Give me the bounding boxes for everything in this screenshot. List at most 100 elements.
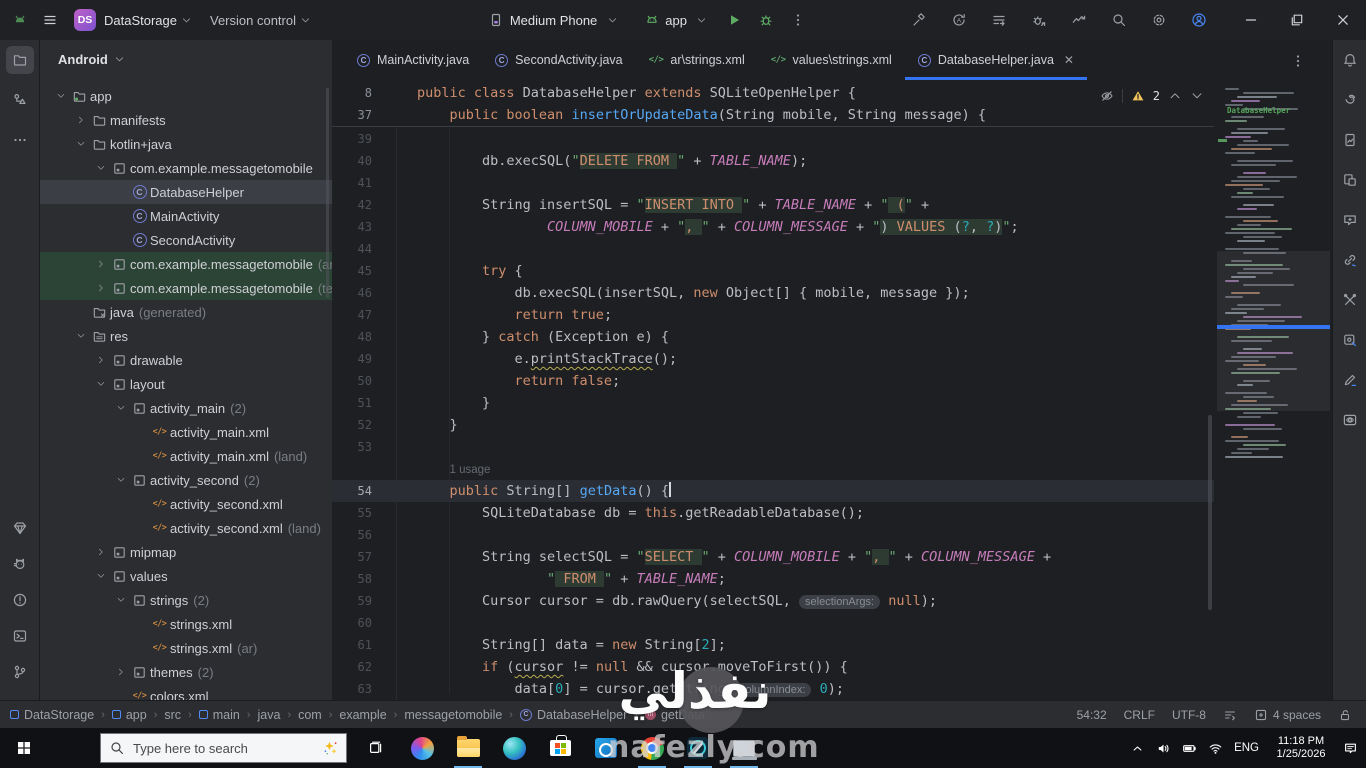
device-selector[interactable]: Medium Phone: [488, 12, 622, 28]
running-devices-icon[interactable]: [1333, 120, 1366, 160]
chevron-down-icon[interactable]: [52, 91, 69, 101]
app-quality-insights-icon[interactable]: [1333, 320, 1366, 360]
minimap-viewport[interactable]: [1217, 251, 1330, 411]
chevron-right-icon[interactable]: [92, 259, 109, 269]
editor-tab[interactable]: C SecondActivity.java: [482, 40, 635, 80]
edge-app-icon[interactable]: [491, 728, 537, 768]
account-avatar[interactable]: [1183, 7, 1214, 33]
terminal-icon[interactable]: [0, 618, 39, 654]
code-line-42[interactable]: 42 String insertSQL = "INSERT INTO " + T…: [332, 194, 1214, 216]
device-explorer-icon[interactable]: [1333, 160, 1366, 200]
warning-count[interactable]: 2: [1153, 85, 1160, 107]
tree-item-strings-xml[interactable]: </> strings.xml (ar): [40, 636, 332, 660]
run-configuration-selector[interactable]: app: [644, 12, 711, 28]
code-line-40[interactable]: 40 db.execSQL("DELETE FROM " + TABLE_NAM…: [332, 150, 1214, 172]
breadcrumb-item[interactable]: app: [111, 708, 147, 722]
project-tree-scrollbar[interactable]: [326, 88, 329, 298]
chevron-down-icon[interactable]: [72, 139, 89, 149]
android-studio-app-icon[interactable]: [675, 728, 721, 768]
task-view-button[interactable]: [353, 728, 399, 768]
language-indicator[interactable]: ENG: [1234, 742, 1259, 754]
tree-item-activity-main-xml[interactable]: </> activity_main.xml (land): [40, 444, 332, 468]
tree-item-manifests[interactable]: manifests: [40, 108, 332, 132]
attach-debugger-icon[interactable]: [1023, 7, 1054, 33]
breadcrumb-item[interactable]: com: [298, 708, 322, 722]
microsoft-store-app-icon[interactable]: [537, 728, 583, 768]
code-line-61[interactable]: 61 String[] data = new String[2];: [332, 634, 1214, 656]
code-line-54[interactable]: 54 public String[] getData() {: [332, 480, 1214, 502]
settings-icon[interactable]: [1143, 7, 1174, 33]
more-actions-icon[interactable]: [785, 7, 811, 33]
next-problem-icon[interactable]: [1190, 89, 1204, 103]
write-access-icon[interactable]: [1338, 708, 1352, 722]
restore-button[interactable]: [1274, 0, 1320, 40]
volume-icon[interactable]: [1156, 741, 1171, 756]
editor-tab[interactable]: </> values\strings.xml: [758, 40, 905, 80]
breadcrumb-item[interactable]: src: [164, 708, 181, 722]
copilot-app-icon[interactable]: [399, 728, 445, 768]
gemini-chat-icon[interactable]: [1333, 200, 1366, 240]
chevron-down-icon[interactable]: [72, 331, 89, 341]
tree-item-colors-xml[interactable]: </> colors.xml: [40, 684, 332, 701]
editor-scrollbar[interactable]: [1208, 415, 1212, 610]
tree-item-activity-main[interactable]: activity_main (2): [40, 396, 332, 420]
code-area[interactable]: 8 public class DatabaseHelper extends SQL…: [332, 80, 1332, 700]
profiler-icon[interactable]: [1063, 7, 1094, 33]
notifications-icon[interactable]: [1333, 40, 1366, 80]
code-line-57[interactable]: 57 String selectSQL = "SELECT " + COLUMN…: [332, 546, 1214, 568]
breadcrumb-item[interactable]: messagetomobile: [404, 708, 502, 722]
tree-item-app[interactable]: app: [40, 84, 332, 108]
tree-item-layout[interactable]: layout: [40, 372, 332, 396]
outlook-app-icon[interactable]: [583, 728, 629, 768]
minimap[interactable]: DatabaseHelper: [1217, 84, 1330, 684]
inspections-widget[interactable]: 2: [1100, 85, 1204, 107]
breadcrumb-item[interactable]: example: [339, 708, 386, 722]
version-control-icon[interactable]: [0, 654, 39, 690]
action-center-icon[interactable]: [1343, 741, 1358, 756]
chevron-down-icon[interactable]: [92, 379, 109, 389]
breadcrumb-item[interactable]: C DatabaseHelper: [519, 708, 627, 722]
wifi-icon[interactable]: [1208, 741, 1223, 756]
code-line-62[interactable]: 62 if (cursor != null && cursor.moveToFi…: [332, 656, 1214, 678]
highlighting-level-icon[interactable]: [1100, 89, 1114, 103]
sticky-lines-header[interactable]: 8 public class DatabaseHelper extends SQL…: [332, 80, 1214, 127]
taskbar-clock[interactable]: 11:18 PM 1/25/2026: [1270, 735, 1332, 761]
gradle-icon[interactable]: [1333, 80, 1366, 120]
minimize-button[interactable]: [1228, 0, 1274, 40]
breadcrumb-item[interactable]: DataStorage: [10, 708, 94, 722]
code-line-58[interactable]: 58 " FROM " + TABLE_NAME;: [332, 568, 1214, 590]
tree-item-strings[interactable]: strings (2): [40, 588, 332, 612]
taskbar-search-input[interactable]: Type here to search: [100, 733, 347, 763]
vcs-menu[interactable]: Version control: [210, 13, 296, 28]
previous-problem-icon[interactable]: [1168, 89, 1182, 103]
code-line-43[interactable]: 43 COLUMN_MOBILE + ", " + COLUMN_MESSAGE…: [332, 216, 1214, 238]
caret-position[interactable]: 54:32: [1077, 708, 1107, 722]
tree-item-com-example-messagetomobile[interactable]: com.example.messagetomobile (androidTest): [40, 252, 332, 276]
editor-tab[interactable]: C MainActivity.java: [344, 40, 482, 80]
more-tool-windows-icon[interactable]: [0, 120, 39, 160]
chevron-down-icon[interactable]: [92, 163, 109, 173]
logcat-icon[interactable]: [0, 546, 39, 582]
code-line-51[interactable]: 51 }: [332, 392, 1214, 414]
code-line-53[interactable]: 53: [332, 436, 1214, 458]
code-line-45[interactable]: 45 try {: [332, 260, 1214, 282]
code-line-39[interactable]: 39: [332, 128, 1214, 150]
tree-item-com-example-messagetomobile[interactable]: com.example.messagetomobile: [40, 156, 332, 180]
code-line-55[interactable]: 55 SQLiteDatabase db = this.getReadableD…: [332, 502, 1214, 524]
tree-item-kotlin-java[interactable]: kotlin+java: [40, 132, 332, 156]
tree-item-java[interactable]: java (generated): [40, 300, 332, 324]
breadcrumb-item[interactable]: m getData: [644, 708, 705, 722]
soft-wrap-icon[interactable]: [1223, 708, 1237, 722]
chevron-right-icon[interactable]: [112, 667, 129, 677]
code-line-49[interactable]: 49 e.printStackTrace();: [332, 348, 1214, 370]
tree-item-activity-second-xml[interactable]: </> activity_second.xml (land): [40, 516, 332, 540]
resource-manager-icon[interactable]: [0, 510, 39, 546]
file-encoding[interactable]: UTF-8: [1172, 708, 1206, 722]
code-line-60[interactable]: 60: [332, 612, 1214, 634]
build-icon[interactable]: [903, 7, 934, 33]
chevron-down-icon[interactable]: [112, 403, 129, 413]
chrome-app-icon[interactable]: [629, 728, 675, 768]
chevron-right-icon[interactable]: [92, 547, 109, 557]
project-tool-icon[interactable]: [0, 40, 39, 80]
live-edit-icon[interactable]: [1333, 360, 1366, 400]
